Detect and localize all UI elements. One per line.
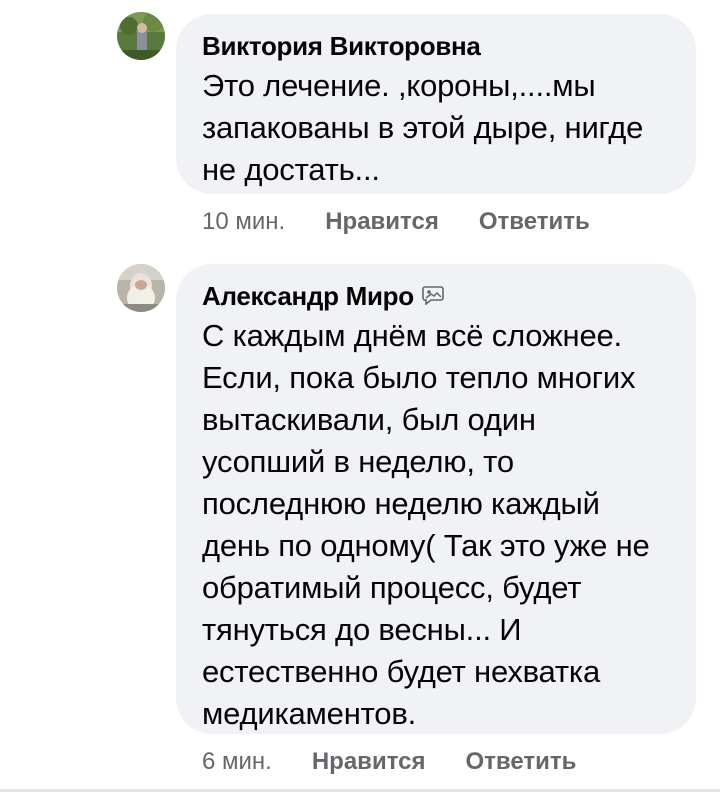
- comment-actions: 6 мин. Нравится Ответить: [202, 748, 616, 776]
- comment-actions: 10 мин. Нравится Ответить: [202, 208, 630, 236]
- comment-bubble: Виктория Викторовна Это лечение. ,короны…: [176, 14, 696, 194]
- author-name-text[interactable]: Виктория Викторовна: [202, 31, 481, 61]
- like-button[interactable]: Нравится: [325, 208, 439, 236]
- comment-text: Это лечение. ,короны,....мы запакованы в…: [202, 68, 644, 187]
- user-avatar-photo-icon: [117, 12, 165, 60]
- reply-button[interactable]: Ответить: [465, 748, 576, 776]
- comment-bubble: Александр Миро С каждым днём всё сложнее…: [176, 264, 696, 734]
- comment-time[interactable]: 6 мин.: [202, 748, 272, 776]
- comment-time[interactable]: 10 мин.: [202, 208, 285, 236]
- comment-text: С каждым днём всё сложнее. Если, пока бы…: [202, 318, 650, 731]
- author-name[interactable]: Александр Миро: [202, 281, 670, 311]
- author-avatar[interactable]: [117, 264, 165, 312]
- message-image-icon: [422, 281, 444, 311]
- user-avatar-photo-icon: [117, 264, 165, 312]
- like-button[interactable]: Нравится: [312, 748, 426, 776]
- comment-1: Виктория Викторовна Это лечение. ,короны…: [0, 0, 720, 240]
- author-name-text[interactable]: Александр Миро: [202, 281, 414, 311]
- reply-button[interactable]: Ответить: [479, 208, 590, 236]
- author-avatar[interactable]: [117, 12, 165, 60]
- author-name[interactable]: Виктория Викторовна: [202, 31, 670, 61]
